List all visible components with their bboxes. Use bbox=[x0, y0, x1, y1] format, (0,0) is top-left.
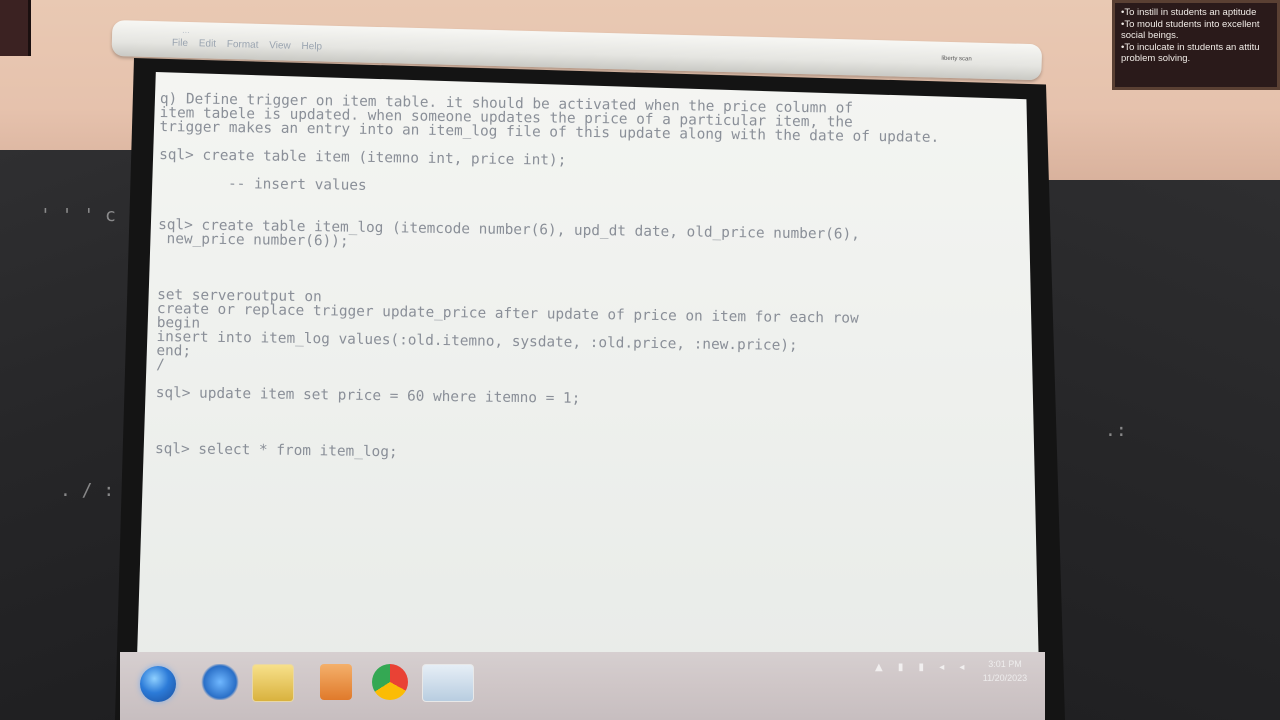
poster-line: problem solving. bbox=[1121, 53, 1191, 64]
chalk-mark: .: bbox=[1105, 420, 1127, 441]
menu-help[interactable]: Help bbox=[301, 41, 322, 53]
internet-explorer-icon[interactable] bbox=[200, 664, 240, 700]
file-explorer-icon[interactable] bbox=[252, 664, 294, 702]
blackboard-right: .: bbox=[1025, 180, 1280, 720]
roller-brand-label: liberty scan bbox=[941, 55, 972, 63]
poster-line: social beings. bbox=[1121, 30, 1179, 41]
clock-time: 3:01 PM bbox=[988, 659, 1022, 669]
taskbar-clock[interactable]: 3:01 PM 11/20/2023 bbox=[975, 657, 1035, 685]
start-button[interactable] bbox=[140, 666, 176, 702]
system-tray[interactable]: ▲ ▮ ▮ ◂ ◂ bbox=[875, 662, 970, 673]
mission-poster: •To instill in students an aptitude •To … bbox=[1112, 0, 1280, 90]
poster-line: •To inculcate in students an attitu bbox=[1121, 41, 1260, 53]
menu-edit[interactable]: Edit bbox=[199, 38, 217, 49]
notepad-text-area[interactable]: q) Define trigger on item table. it shou… bbox=[155, 91, 1000, 468]
clock-date: 11/20/2023 bbox=[982, 673, 1028, 683]
editor-title: ... bbox=[182, 24, 190, 36]
chalk-mark: ' ' ' c r bbox=[40, 205, 138, 226]
menu-view[interactable]: View bbox=[269, 40, 291, 52]
notepad-icon[interactable] bbox=[422, 664, 474, 702]
poster-line: •To mould students into excellent bbox=[1121, 18, 1260, 30]
poster-line: •To instill in students an aptitude bbox=[1121, 7, 1257, 18]
chrome-icon[interactable] bbox=[372, 664, 408, 700]
menu-file[interactable]: File bbox=[172, 38, 188, 49]
media-player-icon[interactable] bbox=[320, 664, 352, 700]
editor-menu: File Edit Format View Help bbox=[172, 38, 322, 53]
menu-format[interactable]: Format bbox=[227, 39, 259, 51]
wall-frame bbox=[0, 0, 31, 56]
